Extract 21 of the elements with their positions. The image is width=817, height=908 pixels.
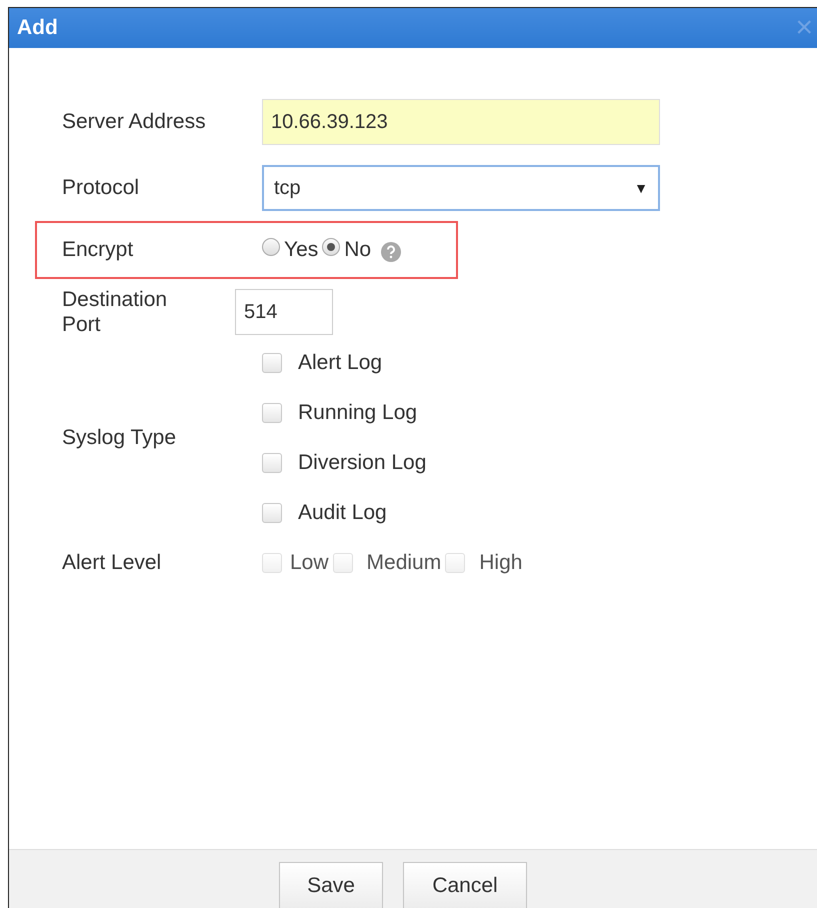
checkbox-label: Medium [366, 551, 442, 576]
port-field[interactable]: 514 [235, 289, 333, 336]
field-label: Protocol [61, 176, 140, 200]
dialog-button[interactable]: Cancel [403, 862, 527, 908]
field-label: Destination Port [61, 287, 168, 338]
dialog-button[interactable]: Save [279, 862, 383, 908]
radio-label: No [344, 238, 372, 262]
radio-label: Yes [284, 238, 318, 262]
field-label: Alert Level [61, 551, 162, 576]
checkbox-label: Audit Log [298, 501, 387, 526]
checkbox-label: Low [290, 551, 329, 576]
protocol-dropdown[interactable]: tcp ▼ [262, 165, 660, 211]
field-label: Syslog Type [61, 426, 178, 450]
checkbox-label: Running Log [298, 401, 418, 426]
checkbox-label: Alert Log [298, 351, 382, 376]
field-label: Server Address [61, 110, 207, 134]
server-address-field[interactable]: 10.66.39.123 [262, 99, 660, 145]
checkbox-label: High [479, 551, 522, 576]
checkbox-label: Diversion Log [298, 451, 426, 476]
field-label: Encrypt [61, 238, 134, 262]
window-title: Add [17, 16, 58, 40]
